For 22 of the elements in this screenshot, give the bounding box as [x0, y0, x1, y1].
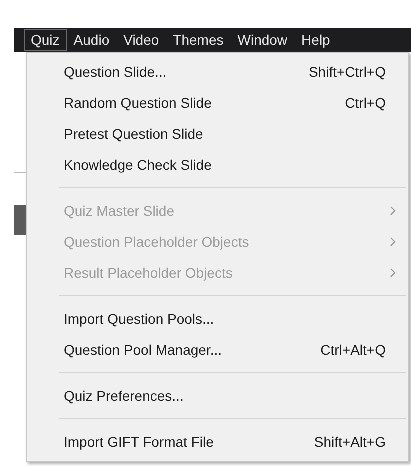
chevron-right-icon — [390, 206, 396, 216]
chevron-right-icon — [390, 236, 396, 246]
menu-bar-item[interactable]: Window — [230, 29, 295, 51]
menu-bar-item[interactable]: Audio — [66, 29, 117, 51]
menu-bar-item[interactable]: Quiz — [24, 29, 67, 51]
shortcut-label: Ctrl+Q — [345, 94, 386, 110]
menu-item[interactable]: Question Pool Manager... Ctrl+Alt+Q — [27, 334, 408, 365]
menu-item[interactable]: Pretest Question Slide — [27, 118, 408, 149]
menu-bar-item[interactable]: Video — [116, 29, 166, 51]
shortcut-label: Shift+Ctrl+Q — [308, 64, 386, 80]
shortcut-label: Ctrl+Alt+Q — [320, 342, 386, 358]
menu-bar-item[interactable]: Themes — [166, 29, 231, 51]
menu-item[interactable]: Random Question Slide Ctrl+Q — [27, 87, 408, 118]
side-panel-strip — [14, 205, 26, 235]
menu-item[interactable]: Quiz Preferences... — [27, 380, 408, 411]
menu-item[interactable]: Import GIFT Format File Shift+Alt+G — [27, 426, 408, 457]
shortcut-label: Shift+Alt+G — [314, 434, 386, 450]
menu-bar-item[interactable]: Help — [294, 29, 338, 51]
chevron-right-icon — [390, 268, 396, 278]
menu-item[interactable]: Question Slide... Shift+Ctrl+Q — [27, 56, 408, 87]
menu-item[interactable]: Import Question Pools... — [27, 303, 408, 334]
menu-item[interactable]: Knowledge Check Slide — [27, 149, 408, 180]
